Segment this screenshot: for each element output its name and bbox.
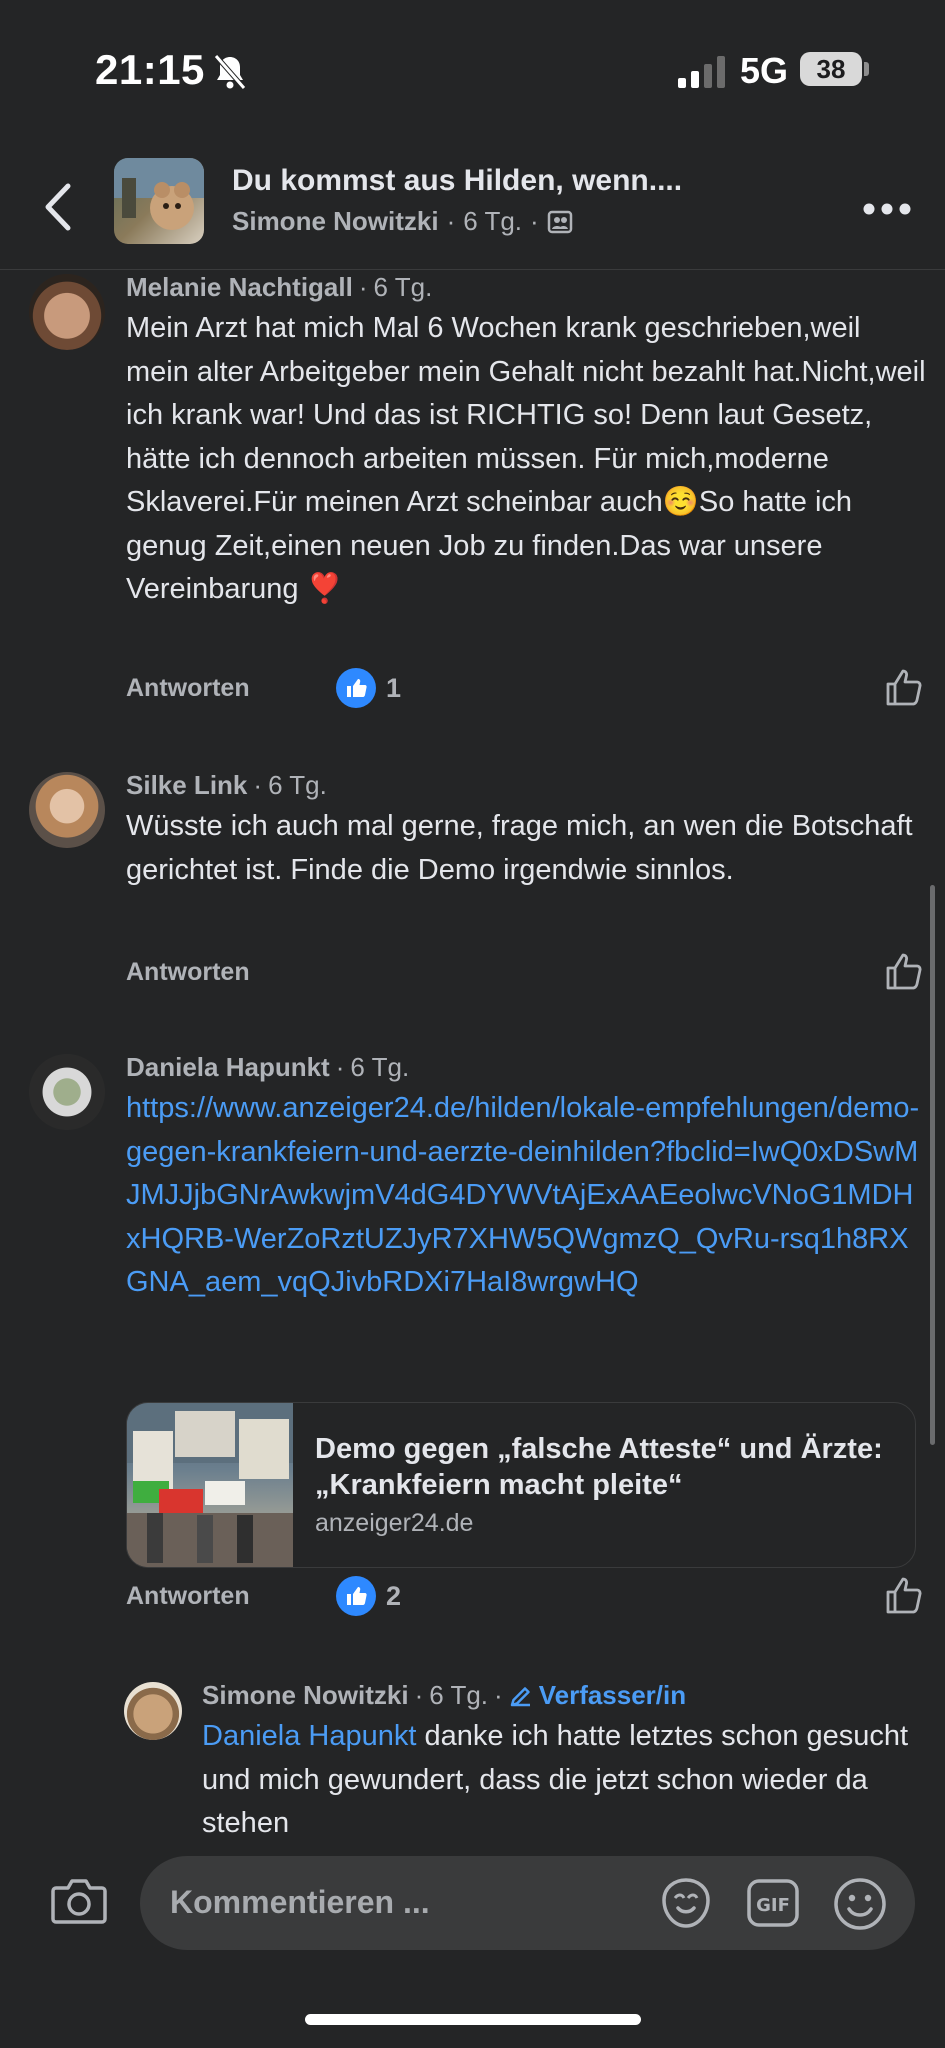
mention-link[interactable]: Daniela Hapunkt: [202, 1720, 416, 1752]
comment-age: 6 Tg.: [429, 1680, 489, 1710]
group-audience-icon: [547, 210, 572, 233]
like-count: 2: [386, 1580, 402, 1611]
svg-text:GIF: GIF: [756, 1895, 790, 1916]
comment-link[interactable]: https://www.anzeiger24.de/hilden/lokale-…: [126, 1087, 926, 1305]
like-count: 1: [386, 672, 402, 703]
comment-text: Daniela Hapunkt danke ich hatte letztes …: [202, 1715, 922, 1846]
back-arrow-icon[interactable]: [38, 180, 78, 234]
gif-icon[interactable]: GIF: [746, 1878, 800, 1928]
comment-input-placeholder: Kommentieren ...: [170, 1884, 430, 1920]
comment-author[interactable]: Daniela Hapunkt: [126, 1052, 330, 1083]
like-button-icon[interactable]: [884, 1574, 926, 1616]
separator-dot: ·: [530, 206, 539, 236]
preview-thumbnail: [127, 1403, 293, 1567]
comment-author[interactable]: Melanie Nachtigall: [126, 272, 353, 303]
home-indicator[interactable]: [305, 2014, 641, 2025]
comment-input[interactable]: Kommentieren ... GIF: [140, 1856, 915, 1950]
comment-meta: Silke Link · 6 Tg.: [126, 770, 327, 801]
like-reaction-icon: [336, 1576, 376, 1616]
comment-age: 6 Tg.: [373, 272, 433, 302]
avatar[interactable]: [29, 1054, 105, 1130]
preview-domain: anzeiger24.de: [315, 1509, 474, 1537]
like-button-icon[interactable]: [884, 950, 926, 992]
emoji-icon[interactable]: [832, 1876, 888, 1932]
group-avatar[interactable]: [114, 158, 204, 244]
bell-slash-icon: [214, 54, 246, 90]
reaction-summary[interactable]: 2: [336, 1576, 401, 1616]
link-preview-card[interactable]: Demo gegen „falsche Atteste“ und Ärzte: …: [126, 1402, 916, 1568]
status-bar: 21:15 5G 38: [0, 0, 945, 140]
comment-meta: Melanie Nachtigall · 6 Tg.: [126, 272, 433, 303]
reply-button[interactable]: Antworten: [126, 1582, 250, 1611]
comment-author[interactable]: Silke Link: [126, 770, 247, 801]
avatar[interactable]: [124, 1682, 182, 1740]
comment-actions: Antworten: [126, 950, 926, 1000]
status-time: 21:15: [95, 46, 205, 93]
avatar-sticker-icon[interactable]: [658, 1876, 714, 1930]
reaction-summary[interactable]: 1: [336, 668, 401, 708]
group-title[interactable]: Du kommst aus Hilden, wenn....: [232, 164, 682, 198]
comment-meta: Daniela Hapunkt · 6 Tg.: [126, 1052, 410, 1083]
avatar[interactable]: [29, 274, 105, 350]
comment-text: Mein Arzt hat mich Mal 6 Wochen krank ge…: [126, 312, 926, 605]
battery-tip: [864, 62, 869, 76]
scrollbar[interactable]: [930, 885, 935, 1445]
network-type: 5G: [740, 50, 789, 91]
camera-icon[interactable]: [50, 1876, 108, 1926]
avatar[interactable]: [29, 772, 105, 848]
like-button-icon[interactable]: [884, 666, 926, 708]
like-reaction-icon: [336, 668, 376, 708]
reply-button[interactable]: Antworten: [126, 674, 250, 703]
comment-actions: Antworten 2: [126, 1574, 926, 1624]
author-badge: Verfasser/in: [538, 1680, 687, 1710]
comment-text: Wüsste ich auch mal gerne, frage mich, a…: [126, 810, 913, 886]
post-age: 6 Tg.: [463, 206, 523, 236]
post-header: Du kommst aus Hilden, wenn.... Simone No…: [0, 150, 945, 270]
separator-dot: ·: [446, 206, 456, 236]
pencil-icon: [510, 1686, 530, 1706]
battery-indicator: 38: [800, 52, 862, 86]
comment-meta: Simone Nowitzki · 6 Tg. · Verfasser/in: [202, 1680, 687, 1711]
comment-author[interactable]: Simone Nowitzki: [202, 1680, 409, 1711]
post-subline: Simone Nowitzki · 6 Tg. ·: [232, 206, 573, 237]
comment-age: 6 Tg.: [350, 1052, 410, 1082]
post-author[interactable]: Simone Nowitzki: [232, 206, 439, 237]
comment-actions: Antworten 1: [126, 666, 926, 716]
signal-icon: [678, 56, 725, 88]
preview-title: Demo gegen „falsche Atteste“ und Ärzte: …: [315, 1433, 883, 1501]
reply-button[interactable]: Antworten: [126, 958, 250, 987]
more-options-icon[interactable]: [862, 202, 912, 216]
comment-age: 6 Tg.: [268, 770, 327, 800]
